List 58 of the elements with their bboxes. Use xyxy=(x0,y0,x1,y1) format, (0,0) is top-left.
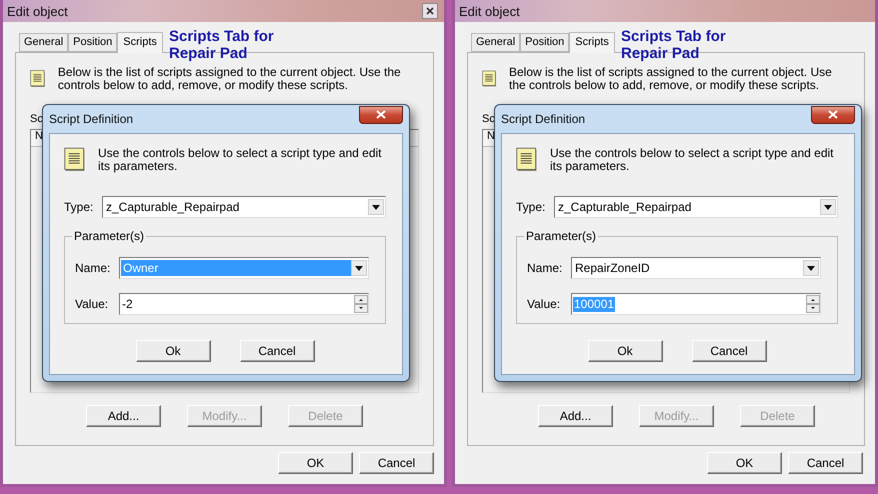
description-text: Below is the list of scripts assigned to the current object. Use the controls below to add, remove, or modify these scripts. xyxy=(509,66,833,92)
close-icon xyxy=(426,7,434,15)
spinner-arrows-icon[interactable] xyxy=(806,295,820,313)
dialog-button[interactable]: Ok xyxy=(136,340,210,362)
tab[interactable]: Position xyxy=(68,33,118,52)
dropdown-arrow-icon xyxy=(807,266,815,270)
type-label: Type: xyxy=(516,200,546,214)
dropdown-arrow-icon xyxy=(355,266,363,270)
dropdown-arrow-icon xyxy=(372,204,380,210)
list-label: Sc xyxy=(482,113,495,125)
dialog-button[interactable]: Ok xyxy=(588,340,662,362)
dialog-button[interactable]: Cancel xyxy=(240,340,314,362)
type-dropdown[interactable]: z_Capturable_Repairpad xyxy=(102,196,386,218)
close-button[interactable] xyxy=(811,106,855,124)
dropdown-button[interactable] xyxy=(820,199,836,215)
value-spinner[interactable]: -2 xyxy=(119,293,369,315)
close-button[interactable] xyxy=(422,3,438,19)
column-header: N xyxy=(34,130,43,144)
spinner-arrows-icon[interactable] xyxy=(354,295,368,313)
annotation-text: Scripts Tab for Repair Pad xyxy=(169,28,275,62)
action-button[interactable]: Add... xyxy=(86,405,161,427)
description-text: Use the controls below to select a script type and edit its parameters. xyxy=(550,147,834,173)
name-label: Name: xyxy=(75,261,112,275)
dropdown-button[interactable] xyxy=(803,260,819,276)
tab[interactable]: General xyxy=(19,33,68,52)
action-button[interactable]: Add... xyxy=(538,405,613,427)
tab[interactable]: General xyxy=(471,33,520,52)
close-button[interactable] xyxy=(359,106,403,124)
type-label: Type: xyxy=(64,200,94,214)
window-title: Edit object xyxy=(459,4,520,18)
dialog-button[interactable]: Cancel xyxy=(359,452,434,474)
dialog-button[interactable]: Cancel xyxy=(692,340,766,362)
dialog-button[interactable]: OK xyxy=(278,452,353,474)
close-icon xyxy=(376,110,386,119)
name-label: Name: xyxy=(527,261,564,275)
description-text: Below is the list of scripts assigned to the current object. Use the controls below to add, remove, or modify these scripts. xyxy=(58,66,402,92)
dropdown-arrow-icon xyxy=(824,204,832,210)
group-label: Parameter(s) xyxy=(72,229,146,243)
tab[interactable]: Scripts xyxy=(569,32,615,53)
dropdown-button[interactable] xyxy=(351,260,367,276)
name-dropdown[interactable]: RepairZoneID xyxy=(571,257,821,279)
close-icon xyxy=(828,110,838,119)
description-text: Use the controls below to select a script type and edit its parameters. xyxy=(98,147,382,173)
dialog-title: Script Definition xyxy=(49,112,134,126)
tab[interactable]: Scripts xyxy=(117,32,163,53)
list-label: Sc xyxy=(30,113,43,125)
column-header: N xyxy=(486,130,495,144)
value-label: Value: xyxy=(75,297,110,311)
type-dropdown[interactable]: z_Capturable_Repairpad xyxy=(554,196,838,218)
dropdown-button[interactable] xyxy=(368,199,384,215)
value-label: Value: xyxy=(527,297,562,311)
tab[interactable]: Position xyxy=(520,33,570,52)
dialog-button[interactable]: OK xyxy=(707,452,782,474)
annotation-text: Scripts Tab for Repair Pad xyxy=(621,28,727,62)
group-label: Parameter(s) xyxy=(524,229,598,243)
dialog-button[interactable]: Cancel xyxy=(788,452,863,474)
window-title: Edit object xyxy=(7,4,68,18)
dialog-title: Script Definition xyxy=(501,112,586,126)
